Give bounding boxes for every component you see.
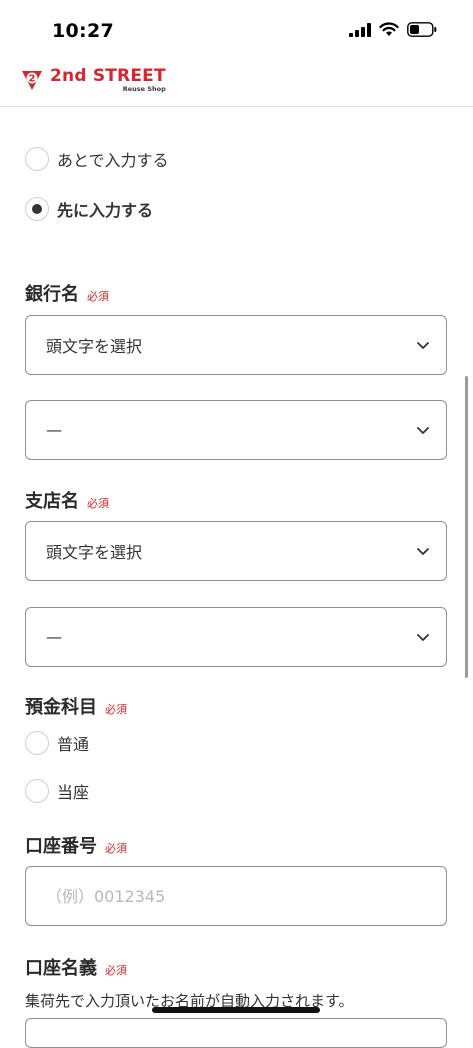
chevron-down-icon [417,548,429,555]
logo-badge-icon: 2 [22,71,42,90]
bank-name-select[interactable]: — [25,400,447,460]
radio-input-later[interactable]: あとで入力する [25,147,169,171]
radio-label: あとで入力する [57,151,169,170]
account-holder-label: 口座名義 必須 [25,958,127,979]
svg-text:2: 2 [29,74,36,85]
required-badge: 必須 [105,842,127,855]
status-bar: 10:27 [0,0,473,60]
branch-name-select[interactable]: — [25,607,447,667]
scrollbar[interactable] [465,376,468,678]
chevron-down-icon [417,342,429,349]
status-time: 10:27 [52,20,114,42]
logo-sub-text: Reuse Shop [122,85,166,93]
bank-initial-select[interactable]: 頭文字を選択 [25,315,447,375]
bank-name-label: 銀行名 必須 [25,284,109,305]
radio-label: 当座 [57,783,90,802]
radio-button[interactable] [25,147,49,171]
account-number-label: 口座番号 必須 [25,836,127,857]
logo-main-text: 2nd STREET [50,66,166,86]
brand-logo[interactable]: 2 2nd STREET Reuse Shop [20,68,166,93]
account-number-input[interactable] [25,866,447,926]
radio-account-checking[interactable]: 当座 [25,779,89,803]
radio-button[interactable] [25,779,49,803]
radio-label: 先に入力する [57,201,154,220]
required-badge: 必須 [105,703,127,716]
chevron-down-icon [417,427,429,434]
status-icons [349,22,437,37]
radio-account-ordinary[interactable]: 普通 [25,731,89,755]
radio-label: 普通 [57,735,90,754]
site-header: 2 2nd STREET Reuse Shop [0,62,473,107]
branch-initial-select[interactable]: 頭文字を選択 [25,521,447,581]
home-indicator[interactable] [152,1007,320,1013]
account-holder-input[interactable] [25,1018,447,1048]
required-badge: 必須 [105,964,127,977]
radio-input-now[interactable]: 先に入力する [25,197,153,221]
battery-icon [407,22,437,37]
branch-name-label: 支店名 必須 [25,491,109,512]
radio-button[interactable] [25,731,49,755]
required-badge: 必須 [87,497,109,510]
chevron-down-icon [417,634,429,641]
required-badge: 必須 [87,290,109,303]
wifi-icon [379,22,399,36]
cellular-signal-icon [349,22,371,37]
radio-button-checked[interactable] [25,197,49,221]
account-type-label: 預金科目 必須 [25,697,127,718]
